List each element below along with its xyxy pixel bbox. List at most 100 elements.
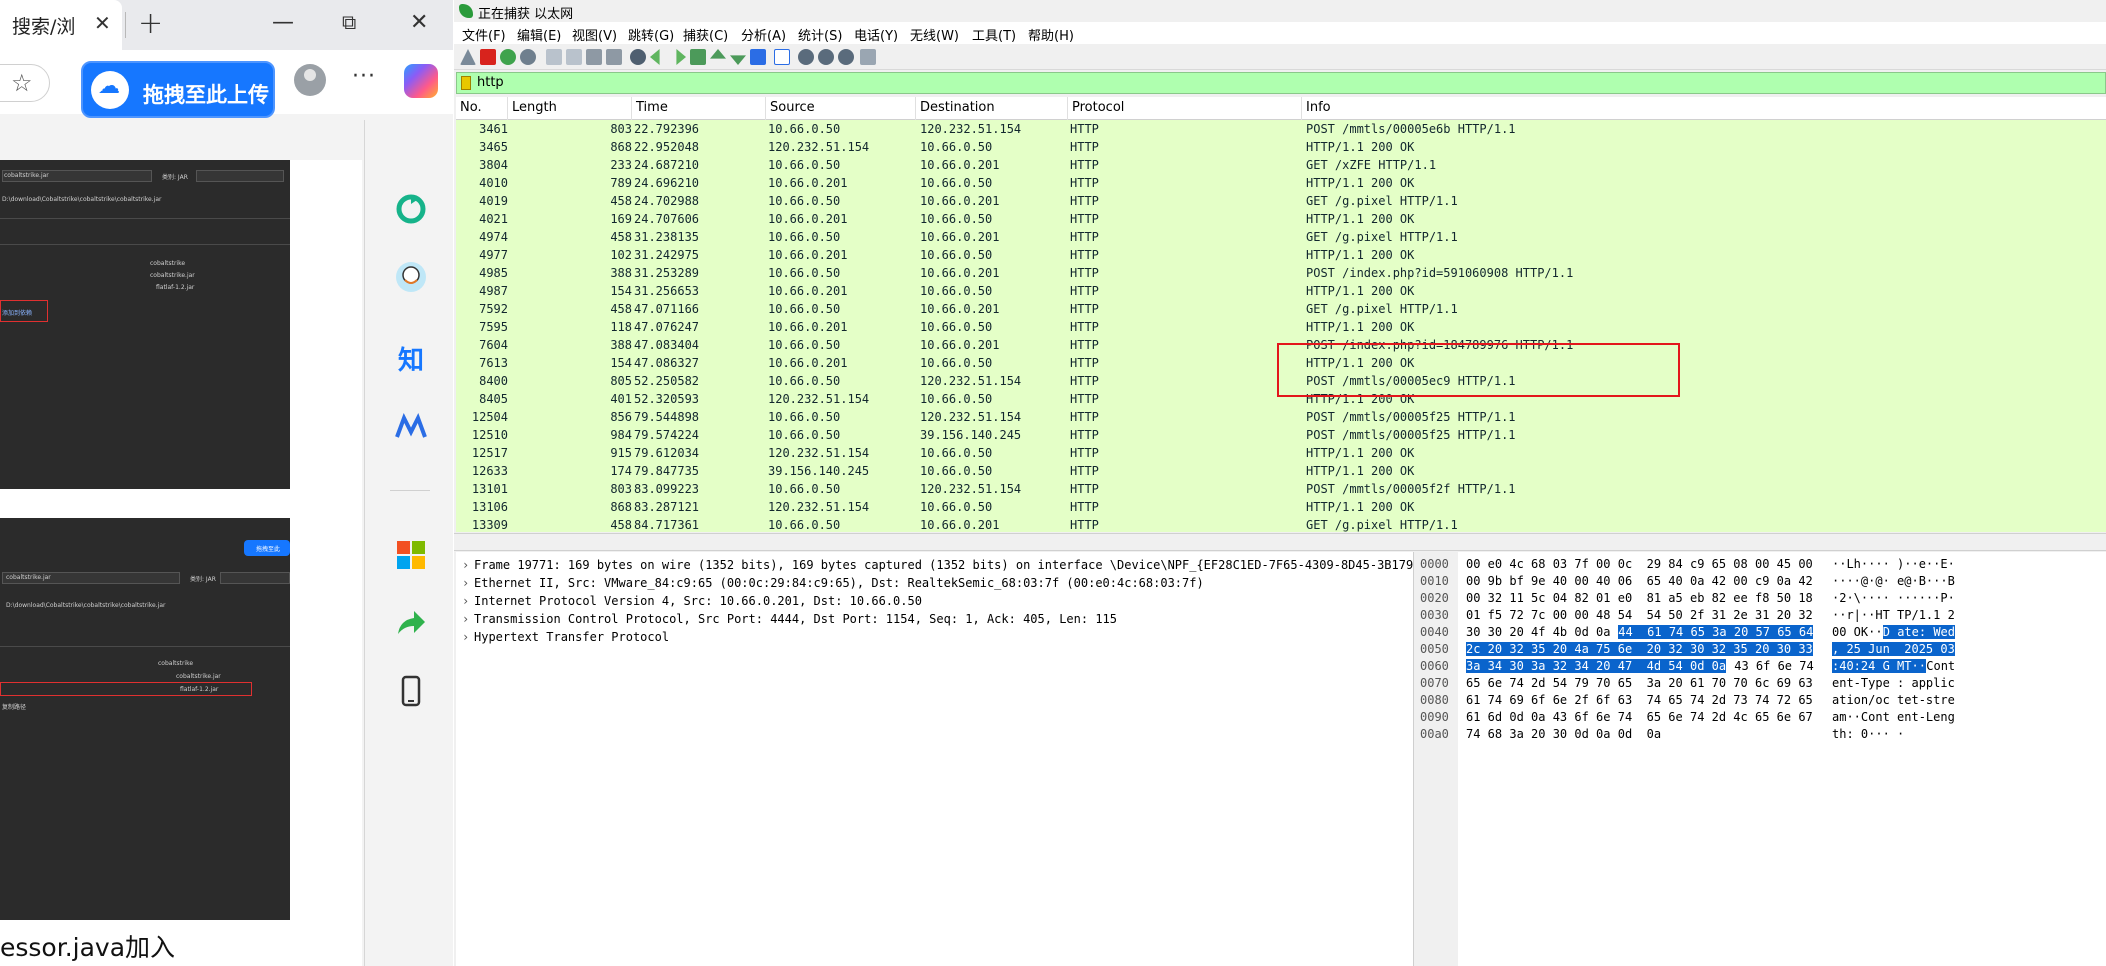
assistant-app-icon[interactable]	[394, 260, 428, 294]
packet-row[interactable]: 13101 803 83.099223 10.66.0.50 120.232.51.15…	[456, 480, 2106, 498]
detail-http[interactable]: › Hypertext Transfer Protocol	[456, 628, 1413, 646]
phone-icon[interactable]	[394, 674, 428, 708]
packet-row[interactable]: 12517 915 79.612034 120.232.51.154 10.66.0.5…	[456, 444, 2106, 462]
browser-tab[interactable]: 搜索/浏 ✕	[0, 0, 122, 50]
packet-row[interactable]: 13106 868 83.287121 120.232.51.154 10.66.0.5…	[456, 498, 2106, 516]
stop-capture-icon[interactable]	[480, 49, 496, 65]
zoom-out-icon[interactable]	[818, 49, 834, 65]
col-length[interactable]: Length	[508, 97, 632, 120]
bytes-row[interactable]: 0030 01 f5 72 7c 00 00 48 54 54 50 2f 31 …	[1416, 607, 2106, 624]
packet-row[interactable]: 4987 154 31.256653 10.66.0.201 10.66.0.50 HTT…	[456, 282, 2106, 300]
expand-arrow-icon[interactable]: ›	[462, 612, 469, 626]
menu-capture[interactable]: 捕获(C)	[683, 25, 728, 44]
save-file-icon[interactable]	[566, 49, 582, 65]
close-tab-icon[interactable]: ✕	[94, 11, 111, 35]
capture-options-icon[interactable]	[520, 49, 536, 65]
resize-columns-icon[interactable]	[860, 49, 876, 65]
normal-size-icon[interactable]	[838, 49, 854, 65]
bytes-row[interactable]: 0040 30 30 20 4f 4b 0d 0a 44 61 74 65 3a …	[1416, 624, 2106, 641]
bytes-row[interactable]: 0000 00 e0 4c 68 03 7f 00 0c 29 84 c9 65 …	[1416, 556, 2106, 573]
start-capture-icon[interactable]	[460, 49, 476, 65]
col-source[interactable]: Source	[766, 97, 916, 120]
col-destination[interactable]: Destination	[916, 97, 1068, 120]
profile-avatar[interactable]	[294, 64, 326, 96]
find-packet-icon[interactable]	[630, 49, 646, 65]
zoom-in-icon[interactable]	[798, 49, 814, 65]
refresh-app-icon[interactable]	[394, 192, 428, 226]
col-time[interactable]: Time	[632, 97, 766, 120]
bytes-row[interactable]: 0060 3a 34 30 3a 32 34 20 47 4d 54 0d 0a …	[1416, 658, 2106, 675]
bytes-row[interactable]: 0090 61 6d 0d 0a 43 6f 6e 74 65 6e 74 2d …	[1416, 709, 2106, 726]
menu-telephony[interactable]: 电话(Y)	[854, 25, 898, 44]
office-apps-icon[interactable]	[394, 538, 428, 572]
bytes-row[interactable]: 0050 2c 20 32 35 20 4a 75 6e 20 32 30 32 …	[1416, 641, 2106, 658]
menu-file[interactable]: 文件(F)	[462, 25, 506, 44]
col-no[interactable]: No.	[456, 97, 508, 120]
packet-row[interactable]: 4019 458 24.702988 10.66.0.50 10.66.0.201 HTT…	[456, 192, 2106, 210]
packet-row[interactable]: 12633 174 79.847735 39.156.140.245 10.66.0.5…	[456, 462, 2106, 480]
packet-row[interactable]: 4985 388 31.253289 10.66.0.50 10.66.0.201 HTT…	[456, 264, 2106, 282]
upload-drop-button[interactable]: ☁ 拖拽至此上传	[81, 61, 275, 118]
m-app-icon[interactable]	[394, 410, 428, 444]
bytes-row[interactable]: 0020 00 32 11 5c 04 82 01 e0 81 a5 eb 82 …	[1416, 590, 2106, 607]
menu-analyze[interactable]: 分析(A)	[741, 25, 786, 44]
go-back-icon[interactable]	[650, 49, 660, 65]
detail-ipv4[interactable]: › Internet Protocol Version 4, Src: 10.66…	[456, 592, 1413, 610]
display-filter-input[interactable]: http	[477, 75, 504, 90]
autoscroll-icon[interactable]	[750, 49, 766, 65]
packet-row[interactable]: 3465 868 22.952048 120.232.51.154 10.66.0.50…	[456, 138, 2106, 156]
detail-frame[interactable]: › Frame 19771: 169 bytes on wire (1352 bi…	[456, 556, 1413, 574]
packet-row[interactable]: 4974 458 31.238135 10.66.0.50 10.66.0.201 HTT…	[456, 228, 2106, 246]
packet-row[interactable]: 7595 118 47.076247 10.66.0.201 10.66.0.50 HTT…	[456, 318, 2106, 336]
packet-row[interactable]: 12504 856 79.544898 10.66.0.50 120.232.51.15…	[456, 408, 2106, 426]
packet-row[interactable]: 4021 169 24.707606 10.66.0.201 10.66.0.50 HTT…	[456, 210, 2106, 228]
packet-row[interactable]: 12510 984 79.574224 10.66.0.50 39.156.140.24…	[456, 426, 2106, 444]
packet-row[interactable]: 4010 789 24.696210 10.66.0.201 10.66.0.50 HTT…	[456, 174, 2106, 192]
pane-splitter[interactable]	[454, 533, 2106, 551]
packet-row[interactable]: 7592 458 47.071166 10.66.0.50 10.66.0.201 HTT…	[456, 300, 2106, 318]
bytes-row[interactable]: 00a0 74 68 3a 20 30 0d 0a 0d 0a th: 0··· ·	[1416, 726, 2106, 743]
copilot-icon[interactable]	[404, 64, 438, 98]
detail-ethernet[interactable]: › Ethernet II, Src: VMware_84:c9:65 (00:0…	[456, 574, 1413, 592]
open-file-icon[interactable]	[546, 49, 562, 65]
minimize-icon[interactable]: —	[272, 10, 294, 35]
restart-capture-icon[interactable]	[500, 49, 516, 65]
close-file-icon[interactable]	[586, 49, 602, 65]
display-filter-bar[interactable]: http	[456, 72, 2106, 94]
new-tab-icon[interactable]: +	[138, 6, 163, 41]
last-packet-icon[interactable]	[730, 55, 746, 65]
restore-icon[interactable]: ⧉	[342, 10, 356, 34]
menu-view[interactable]: 视图(V)	[572, 25, 617, 44]
go-forward-icon[interactable]	[676, 49, 686, 65]
menu-edit[interactable]: 编辑(E)	[517, 25, 561, 44]
colorize-icon[interactable]	[774, 49, 790, 65]
expand-arrow-icon[interactable]: ›	[462, 594, 469, 608]
col-info[interactable]: Info	[1302, 97, 2106, 120]
packet-row[interactable]: 4977 102 31.242975 10.66.0.201 10.66.0.50 HTT…	[456, 246, 2106, 264]
favorites-button[interactable]: ☆	[0, 64, 50, 102]
reload-file-icon[interactable]	[606, 49, 622, 65]
zhihu-icon[interactable]: 知	[394, 342, 428, 376]
menu-go[interactable]: 跳转(G)	[628, 25, 674, 44]
bytes-row[interactable]: 0080 61 74 69 6f 6e 2f 6f 63 74 65 74 2d …	[1416, 692, 2106, 709]
bytes-row[interactable]: 0010 00 9b bf 9e 40 00 40 06 65 40 0a 42 …	[1416, 573, 2106, 590]
menu-tools[interactable]: 工具(T)	[972, 25, 1016, 44]
share-icon[interactable]	[394, 606, 428, 640]
col-protocol[interactable]: Protocol	[1068, 97, 1302, 120]
expand-arrow-icon[interactable]: ›	[462, 630, 469, 644]
more-menu-icon[interactable]: ···	[352, 64, 376, 89]
first-packet-icon[interactable]	[710, 49, 726, 59]
menu-statistics[interactable]: 统计(S)	[798, 25, 842, 44]
bookmark-icon[interactable]	[461, 76, 471, 90]
bytes-row[interactable]: 0070 65 6e 74 2d 54 79 70 65 3a 20 61 70 …	[1416, 675, 2106, 692]
window-close-icon[interactable]: ✕	[410, 10, 428, 35]
packet-row[interactable]: 3461 803 22.792396 10.66.0.50 120.232.51.154…	[456, 120, 2106, 138]
packet-row[interactable]: 13309 458 84.717361 10.66.0.50 10.66.0.201 HT…	[456, 516, 2106, 532]
packet-row[interactable]: 3804 233 24.687210 10.66.0.50 10.66.0.201 HTT…	[456, 156, 2106, 174]
menu-help[interactable]: 帮助(H)	[1028, 25, 1074, 44]
detail-tcp[interactable]: › Transmission Control Protocol, Src Port…	[456, 610, 1413, 628]
expand-arrow-icon[interactable]: ›	[462, 576, 469, 590]
expand-arrow-icon[interactable]: ›	[462, 558, 469, 572]
go-to-packet-icon[interactable]	[690, 49, 706, 65]
menu-wireless[interactable]: 无线(W)	[910, 25, 959, 44]
